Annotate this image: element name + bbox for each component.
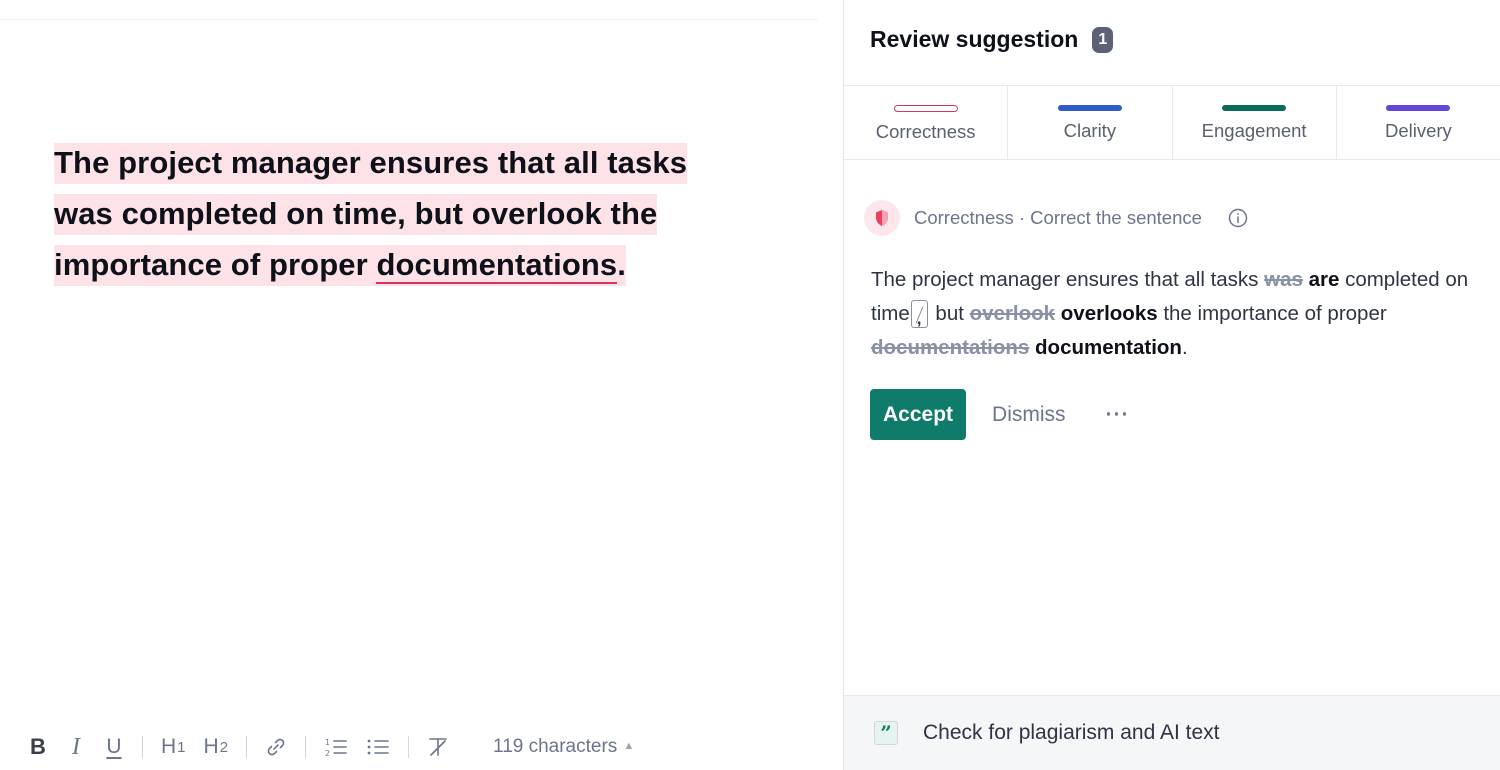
delivery-bar xyxy=(1386,105,1451,111)
inserted-word: overlooks xyxy=(1060,302,1158,325)
heading-2-button[interactable]: H2 xyxy=(204,732,229,762)
accept-button[interactable]: Accept xyxy=(870,389,967,440)
link-icon[interactable] xyxy=(265,732,287,762)
svg-text:1: 1 xyxy=(325,738,330,747)
deleted-word: documentations xyxy=(871,336,1030,359)
toolbar-divider xyxy=(246,736,248,758)
numbered-list-icon[interactable]: 1 2 xyxy=(324,732,348,762)
clear-format-icon[interactable] xyxy=(427,732,449,762)
suggestion-part: The project manager ensures that all tas… xyxy=(871,268,1265,291)
divider xyxy=(0,19,818,20)
comma-glyph: , xyxy=(916,309,922,328)
suggestion-text: The project manager ensures that all tas… xyxy=(871,263,1471,365)
tab-label: Engagement xyxy=(1201,120,1307,141)
tab-engagement[interactable]: Engagement xyxy=(1173,86,1337,159)
suggestion-part: . xyxy=(1181,336,1188,359)
deleted-word: overlook xyxy=(969,302,1056,325)
heading-1-button[interactable]: H1 xyxy=(161,732,186,762)
h1-label: H xyxy=(161,735,177,758)
clarity-bar xyxy=(1057,105,1122,111)
error-word[interactable]: documentations xyxy=(376,247,618,284)
editor-pane: The project manager ensures that all tas… xyxy=(0,0,843,770)
review-panel: Review suggestion 1 Correctness Clarity … xyxy=(843,0,1500,770)
inserted-word: documentation xyxy=(1035,336,1182,359)
tab-label: Clarity xyxy=(1063,120,1117,141)
suggestion-count-badge: 1 xyxy=(1092,26,1114,53)
info-icon[interactable] xyxy=(1228,208,1248,228)
tab-label: Delivery xyxy=(1384,120,1452,141)
quote-icon: ” xyxy=(874,721,898,745)
bulleted-list-icon[interactable] xyxy=(366,732,390,762)
svg-text:2: 2 xyxy=(325,749,330,758)
highlighted-sentence[interactable]: The project manager ensures that all tas… xyxy=(54,143,688,286)
plagiarism-check-button[interactable]: ” Check for plagiarism and AI text xyxy=(844,695,1500,770)
correctness-bar xyxy=(893,105,958,112)
category-tabs: Correctness Clarity Engagement Delivery xyxy=(844,85,1500,160)
h2-label: H xyxy=(203,735,219,758)
tab-label: Correctness xyxy=(875,121,976,142)
engagement-bar xyxy=(1222,105,1287,111)
caret-up-icon: ▲ xyxy=(623,740,635,752)
suggestion-part: but xyxy=(929,302,970,325)
format-toolbar: B I U H1 H2 1 2 119 characters ▲ xyxy=(28,731,748,763)
tab-delivery[interactable]: Delivery xyxy=(1337,86,1500,159)
underline-button[interactable]: U xyxy=(104,732,124,762)
suggestion-part: the importance of proper xyxy=(1157,302,1387,325)
character-count-label: 119 characters xyxy=(493,736,618,757)
plagiarism-check-label: Check for plagiarism and AI text xyxy=(923,721,1220,744)
panel-header: Review suggestion 1 xyxy=(870,26,1114,53)
comma-insert-icon: , xyxy=(910,300,928,328)
bold-button[interactable]: B xyxy=(28,732,48,762)
toolbar-divider xyxy=(305,736,307,758)
italic-button[interactable]: I xyxy=(66,732,86,762)
h1-sub: 1 xyxy=(177,738,186,756)
inserted-word: are xyxy=(1308,268,1340,291)
document-text[interactable]: The project manager ensures that all tas… xyxy=(54,137,754,290)
sentence-end: . xyxy=(617,247,626,282)
card-category-label: Correctness · Correct the sentence xyxy=(914,207,1202,228)
shield-icon xyxy=(864,200,900,236)
more-options-button[interactable]: ··· xyxy=(1106,403,1130,427)
card-category-row: Correctness · Correct the sentence xyxy=(864,200,1248,236)
panel-title: Review suggestion xyxy=(870,26,1079,52)
dismiss-button[interactable]: Dismiss xyxy=(992,403,1066,427)
toolbar-divider xyxy=(142,736,143,758)
character-count[interactable]: 119 characters ▲ xyxy=(493,736,634,758)
card-actions: Accept Dismiss ··· xyxy=(870,389,1130,440)
h2-sub: 2 xyxy=(219,738,229,756)
toolbar-divider xyxy=(408,736,410,758)
tab-correctness[interactable]: Correctness xyxy=(844,86,1009,159)
deleted-word: was xyxy=(1264,268,1303,291)
tab-clarity[interactable]: Clarity xyxy=(1008,86,1173,159)
